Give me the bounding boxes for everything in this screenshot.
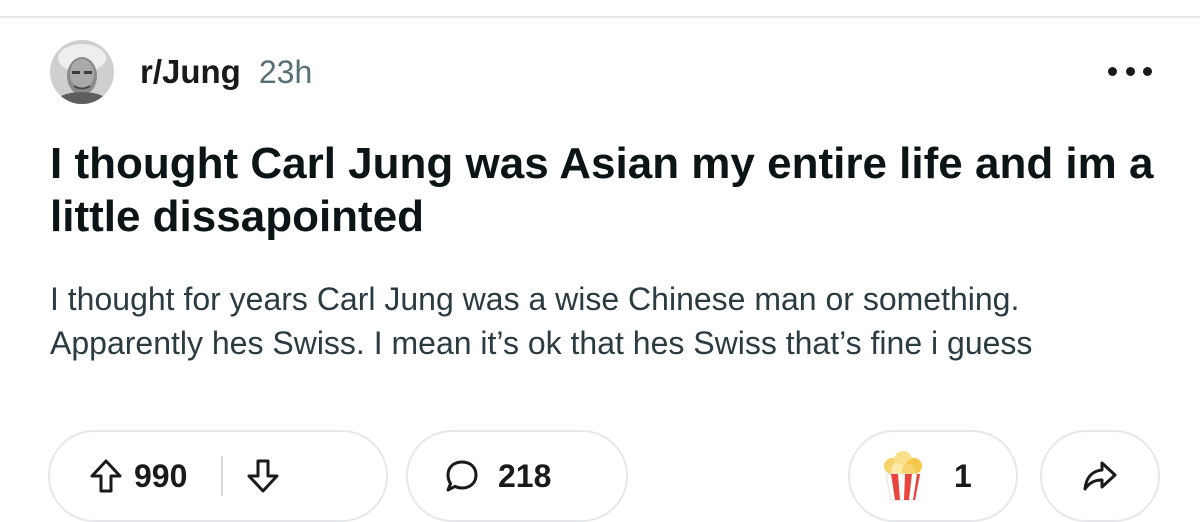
share-button[interactable] [1040,430,1160,522]
vote-score: 990 [134,457,188,494]
post-header: r/Jung 23h [50,40,312,104]
subreddit-avatar[interactable] [50,40,114,104]
comment-count: 218 [498,457,552,494]
downvote-button[interactable] [247,459,279,493]
popcorn-award-icon [884,451,922,501]
post-body[interactable]: I thought for years Carl Jung was a wise… [50,277,1170,365]
comments-button[interactable]: 218 [406,430,628,522]
comment-bubble-icon [446,460,478,492]
more-options-icon-dot [1125,66,1135,76]
comment-icon-wrap [444,458,480,494]
award-button[interactable]: 1 [848,430,1018,522]
share-arrow-icon [1083,461,1117,491]
subreddit-name[interactable]: r/Jung [140,53,241,91]
vote-bar: 990 [48,430,388,522]
more-options-icon [1108,66,1117,76]
post-timestamp: 23h [258,53,313,90]
post-title[interactable]: I thought Carl Jung was Asian my entire … [50,137,1160,243]
downvote-arrow-icon [247,459,279,493]
award-icon-wrap [880,450,926,502]
more-options-button[interactable] [1108,56,1152,86]
upvote-arrow-icon [90,459,122,493]
top-divider [0,0,1200,18]
vote-divider [221,456,224,496]
upvote-button[interactable] [90,459,122,493]
award-count: 1 [954,457,972,494]
avatar-icon [50,40,114,104]
more-options-icon-dot [1143,66,1152,76]
